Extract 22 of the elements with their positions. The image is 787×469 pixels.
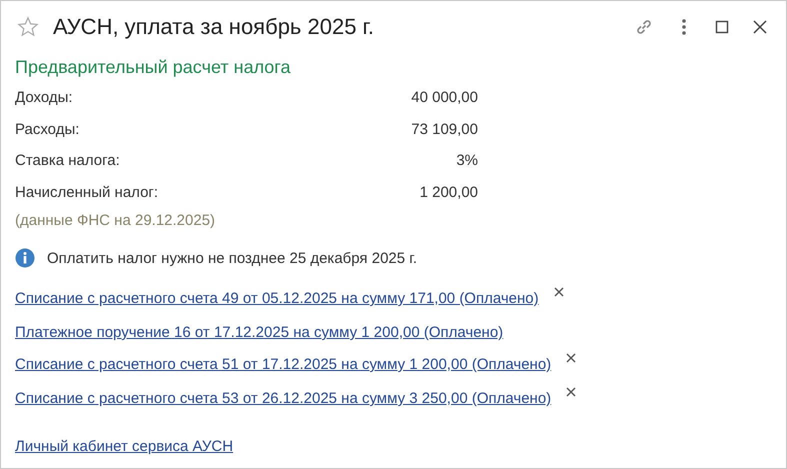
field-value: 40 000,00 <box>411 89 478 106</box>
info-icon <box>15 248 35 268</box>
remove-icon[interactable] <box>565 386 578 398</box>
source-note: (данные ФНС на 29.12.2025) <box>15 212 216 229</box>
section-heading: Предварительный расчет налога <box>15 57 292 78</box>
field-value: 1 200,00 <box>420 184 478 201</box>
document-link[interactable]: Списание с расчетного счета 51 от 17.12.2025 на сумму 1 200,00 (Оплачено) <box>15 356 552 373</box>
document-link[interactable]: Платежное поручение 16 от 17.12.2025 на сумму 1 200,00 (Оплачено) <box>15 324 504 341</box>
field-label: Доходы: <box>15 89 73 106</box>
field-value: 3% <box>456 152 478 170</box>
window-title: АУСН, уплата за ноябрь 2025 г. <box>53 14 376 40</box>
remove-icon[interactable] <box>565 352 578 364</box>
service-link[interactable]: Личный кабинет сервиса АУСН <box>15 438 772 455</box>
field-label: Ставка налога: <box>15 152 120 170</box>
info-message: Оплатить налог нужно не позднее 25 декабря 2025 г. <box>47 250 418 266</box>
document-link[interactable]: Списание с расчетного счета 53 от 26.12.2025 на сумму 3 250,00 (Оплачено) <box>15 390 552 407</box>
favorite-star-icon[interactable] <box>17 16 39 38</box>
field-value: 73 109,00 <box>411 120 478 138</box>
document-link[interactable]: Списание с расчетного счета 49 от 05.12.2025 на сумму 171,00 (Оплачено) <box>15 290 539 307</box>
field-label: Начисленный налог: <box>15 184 158 201</box>
field-label: Расходы: <box>15 120 80 138</box>
remove-icon[interactable] <box>552 286 565 298</box>
